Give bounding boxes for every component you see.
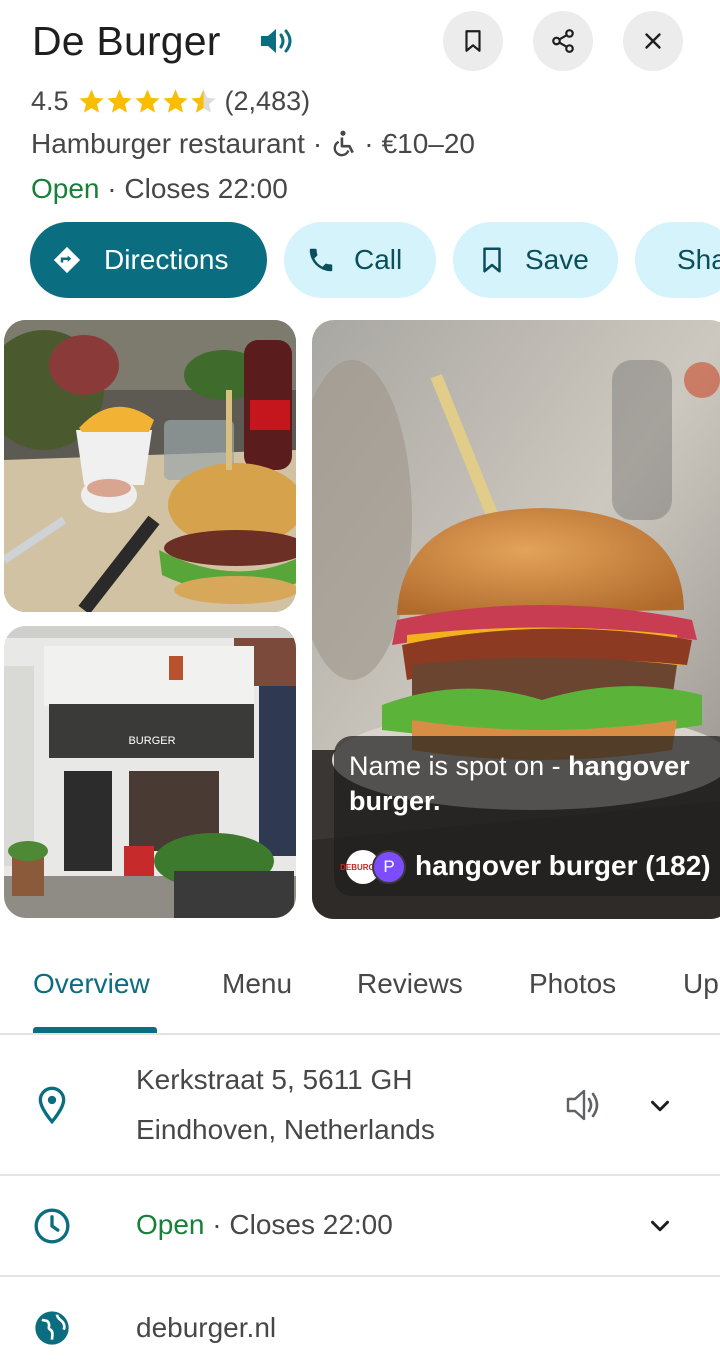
separator: · [312, 128, 323, 159]
review-text-plain: Name is spot on - [349, 751, 569, 781]
bookmark-icon [483, 247, 501, 273]
save-label: Save [525, 244, 589, 275]
action-chips: Directions Call Save Share [30, 222, 720, 298]
tab-menu[interactable]: Menu [222, 968, 292, 1000]
review-count: (2,483) [224, 85, 311, 116]
speaker-icon[interactable] [564, 1086, 602, 1124]
reviewer-avatar: P [372, 850, 406, 884]
reviewer-badges: DEBURGER P [340, 850, 406, 884]
share-top-button[interactable] [533, 11, 593, 71]
chevron-down-icon[interactable] [645, 1211, 675, 1241]
chevron-down-icon[interactable] [645, 1091, 675, 1121]
website-link[interactable]: deburger.nl [136, 1303, 276, 1353]
place-title: De Burger [32, 18, 221, 64]
separator: · [107, 173, 117, 204]
divider [0, 1275, 720, 1277]
dish-mention: hangover burger (182) [415, 850, 711, 881]
storefront-sign: BURGER [128, 735, 175, 747]
half-star-icon [190, 88, 216, 113]
star-icon [78, 88, 104, 113]
address-line-1: Kerkstraat 5, 5611 GH [136, 1064, 413, 1095]
closes-label: Closes 22:00 [229, 1209, 393, 1240]
category-row: Hamburger restaurant · · €10–20 [31, 128, 475, 160]
star-icon [106, 88, 132, 113]
bookmark-icon [465, 30, 481, 52]
directions-label: Directions [104, 244, 229, 275]
hours-status: Open · Closes 22:00 [136, 1200, 393, 1250]
open-status: Open · Closes 22:00 [31, 173, 288, 205]
tab-overview[interactable]: Overview [33, 968, 150, 1000]
save-button[interactable]: Save [453, 222, 618, 298]
directions-icon [53, 246, 81, 274]
rating-value: 4.5 [31, 85, 69, 116]
category-label: Hamburger restaurant [31, 128, 305, 159]
star-icon [162, 88, 188, 113]
rating-row[interactable]: 4.5 (2,483) [31, 83, 310, 119]
open-label: Open [31, 173, 100, 204]
separator: · [364, 128, 374, 159]
tab-updates[interactable]: Up [683, 968, 719, 1000]
wheelchair-icon [333, 130, 355, 157]
star-icon [134, 88, 160, 113]
phone-icon [309, 248, 333, 272]
price-range: €10–20 [381, 128, 475, 159]
place-tabs: Overview Menu Reviews Photos Up [0, 960, 720, 1034]
photo-burger-fries[interactable] [4, 320, 296, 612]
globe-icon [35, 1311, 69, 1345]
directions-button[interactable]: Directions [30, 222, 267, 298]
share-icon [552, 29, 574, 53]
open-label: Open [136, 1209, 205, 1240]
call-button[interactable]: Call [284, 222, 436, 298]
share-label: Share [677, 244, 720, 275]
divider [0, 1033, 720, 1035]
separator: · [212, 1209, 222, 1240]
photo-storefront[interactable]: BURGER [4, 626, 296, 918]
review-snippet-text: Name is spot on - hangover burger. [349, 749, 719, 819]
address-line-2: Eindhoven, Netherlands [136, 1114, 435, 1145]
clock-icon [34, 1208, 70, 1244]
call-label: Call [354, 244, 403, 275]
share-button[interactable]: Share [635, 222, 720, 298]
close-button[interactable] [623, 11, 683, 71]
closes-label: Closes 22:00 [124, 173, 288, 204]
close-icon [645, 33, 661, 49]
tab-photos[interactable]: Photos [529, 968, 616, 1000]
divider [0, 1174, 720, 1176]
save-top-button[interactable] [443, 11, 503, 71]
tab-reviews[interactable]: Reviews [357, 968, 463, 1000]
location-pin-icon [38, 1086, 66, 1125]
speaker-icon[interactable] [258, 26, 296, 56]
star-rating [77, 87, 217, 116]
